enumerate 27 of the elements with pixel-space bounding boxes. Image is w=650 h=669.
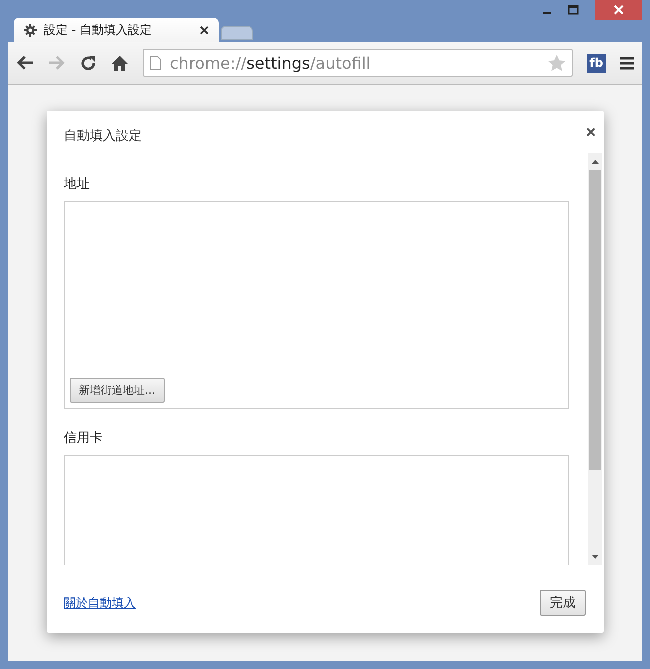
scroll-up-icon[interactable]: [592, 160, 598, 164]
star-icon[interactable]: [548, 54, 566, 72]
back-icon[interactable]: [16, 55, 34, 71]
done-button[interactable]: 完成: [540, 590, 586, 616]
close-tab-icon[interactable]: [200, 26, 209, 34]
tab-title: 設定 - 自動填入設定: [44, 22, 153, 38]
close-window-button[interactable]: [595, 0, 642, 20]
close-icon[interactable]: [614, 5, 624, 15]
close-button[interactable]: ×: [586, 123, 596, 143]
address-bar[interactable]: chrome://settings/autofill: [143, 49, 573, 77]
scrollbar[interactable]: [588, 153, 602, 565]
settings-icon: [24, 24, 37, 36]
menu-icon[interactable]: [620, 56, 634, 70]
home-icon[interactable]: [111, 54, 129, 72]
scroll-down-icon[interactable]: [592, 555, 598, 559]
browser-tab[interactable]: 設定 - 自動填入設定: [14, 18, 219, 42]
about-autofill-link[interactable]: 關於自動填入: [64, 594, 136, 612]
maximize-icon[interactable]: [568, 5, 579, 15]
reload-icon[interactable]: [80, 54, 97, 72]
page-icon: [150, 56, 162, 70]
section-heading: 地址: [64, 176, 91, 193]
list-box[interactable]: 新增街道地址...: [64, 201, 569, 409]
extension-button[interactable]: fb: [587, 54, 606, 72]
dialog-title: 自動填入設定: [64, 128, 142, 146]
section-heading: 信用卡: [64, 430, 104, 447]
add-address-button[interactable]: 新增街道地址...: [70, 378, 164, 403]
url-text: chrome://settings/autofill: [170, 54, 372, 72]
